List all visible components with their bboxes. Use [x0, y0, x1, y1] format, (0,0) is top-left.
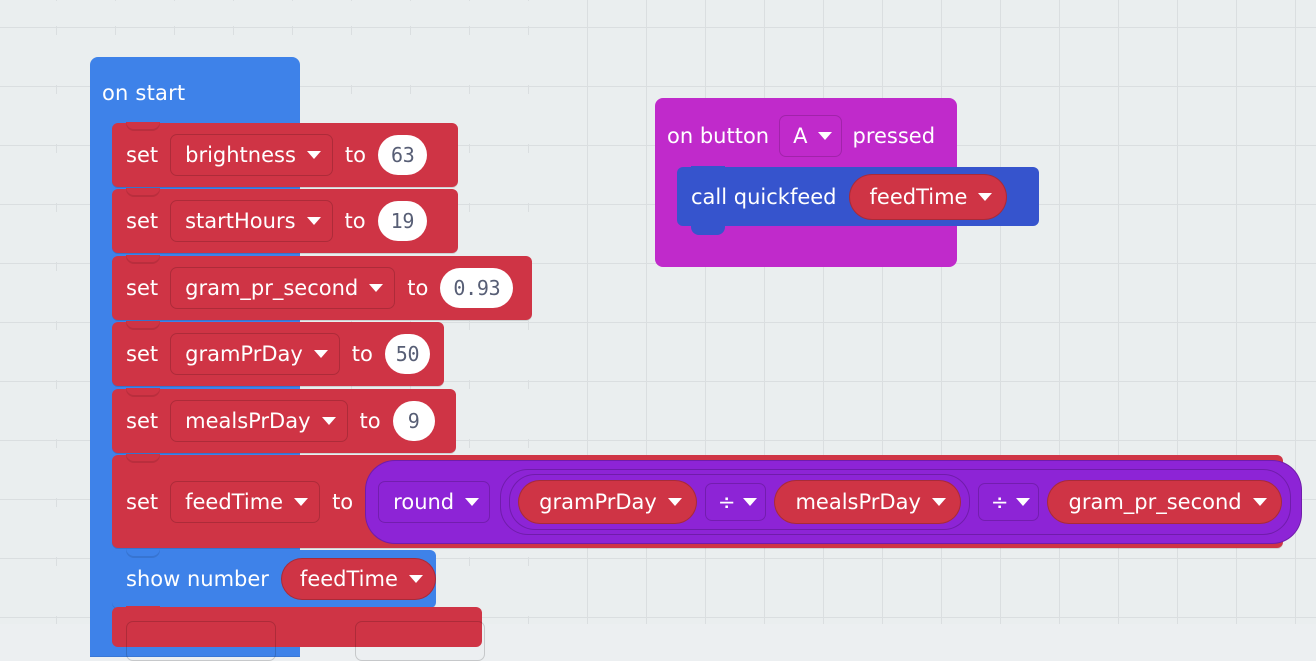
chevron-down-icon	[306, 151, 321, 159]
variable-reporter-gramPrDay[interactable]: gramPrDay	[518, 479, 697, 524]
variable-dropdown-startHours[interactable]: startHours	[170, 200, 333, 242]
round-operation-dropdown[interactable]: round	[378, 480, 491, 523]
on-button-suffix-label: pressed	[852, 124, 936, 148]
number-value: 50	[395, 342, 420, 366]
variable-name: brightness	[185, 143, 296, 167]
variable-dropdown-mealsPrDay[interactable]: mealsPrDay	[170, 400, 348, 442]
number-value: 0.93	[453, 276, 501, 300]
statement-set-feedTime[interactable]: set feedTime to round gramPrDay ÷ mealsP…	[112, 454, 1302, 548]
chevron-down-icon	[1252, 497, 1267, 506]
blocks-workspace[interactable]: on start set brightness to 63 set startH…	[0, 0, 1316, 661]
statement-set-mealsPrDay[interactable]: set mealsPrDay to 9	[112, 388, 456, 453]
set-keyword: set	[126, 342, 159, 366]
statement-set-gramPrDay[interactable]: set gramPrDay to 50	[112, 321, 444, 386]
variable-name: gramPrDay	[539, 489, 657, 514]
chevron-down-icon	[743, 497, 758, 506]
set-keyword: set	[126, 143, 159, 167]
set-keyword: set	[126, 409, 159, 433]
number-input-mealsPrDay[interactable]: 9	[392, 401, 435, 441]
set-keyword: set	[126, 209, 159, 233]
statement-clipped-bottom[interactable]	[112, 606, 485, 661]
chevron-down-icon	[321, 417, 336, 425]
variable-name: gramPrDay	[185, 342, 303, 366]
to-keyword: to	[344, 143, 366, 167]
math-division-outer[interactable]: gramPrDay ÷ mealsPrDay ÷ gram_pr_second	[500, 468, 1291, 535]
divide-operator-inner[interactable]: ÷	[704, 482, 767, 521]
on-start-label: on start	[102, 81, 186, 105]
to-keyword: to	[407, 276, 429, 300]
clipped-field-left	[126, 621, 276, 661]
chevron-down-icon	[369, 284, 384, 292]
chevron-down-icon	[1016, 497, 1031, 506]
statement-call-quickfeed[interactable]: call quickfeed feedTime	[677, 166, 1039, 235]
chevron-down-icon	[931, 497, 946, 506]
to-keyword: to	[344, 209, 366, 233]
statement-show-number[interactable]: show number feedTime	[112, 549, 436, 608]
operation-name: round	[393, 489, 455, 514]
set-keyword: set	[126, 276, 159, 300]
chevron-down-icon	[294, 497, 309, 506]
variable-name: feedTime	[869, 184, 968, 209]
variable-name: feedTime	[185, 489, 284, 514]
math-division-inner[interactable]: gramPrDay ÷ mealsPrDay	[509, 473, 970, 530]
chevron-down-icon	[313, 350, 328, 358]
set-keyword: set	[126, 489, 159, 514]
number-input-gramPrDay[interactable]: 50	[384, 334, 430, 374]
on-start-body-spine	[90, 115, 112, 624]
variable-name: gram_pr_second	[185, 276, 359, 300]
variable-reporter-feedTime[interactable]: feedTime	[280, 558, 436, 600]
variable-reporter-gram-pr-second[interactable]: gram_pr_second	[1047, 479, 1282, 524]
call-function-label: call quickfeed	[691, 184, 837, 209]
variable-name: feedTime	[299, 567, 398, 591]
chevron-down-icon	[408, 575, 423, 583]
statement-set-startHours[interactable]: set startHours to 19	[112, 188, 458, 253]
variable-dropdown-feedTime[interactable]: feedTime	[170, 480, 321, 523]
number-input-gram-pr-second[interactable]: 0.93	[440, 268, 514, 308]
variable-dropdown-gramPrDay[interactable]: gramPrDay	[170, 333, 340, 375]
to-keyword: to	[359, 409, 381, 433]
variable-name: gram_pr_second	[1068, 489, 1242, 514]
divide-operator-outer[interactable]: ÷	[977, 482, 1040, 521]
variable-reporter-feedTime-argument[interactable]: feedTime	[848, 173, 1008, 220]
number-value: 9	[407, 409, 420, 433]
statement-set-brightness[interactable]: set brightness to 63	[112, 122, 458, 187]
chevron-down-icon	[818, 132, 833, 140]
chevron-down-icon	[667, 497, 682, 506]
number-value: 63	[391, 143, 415, 167]
statement-set-gram-pr-second[interactable]: set gram_pr_second to 0.93	[112, 255, 532, 320]
number-input-startHours[interactable]: 19	[377, 201, 428, 241]
variable-dropdown-gram-pr-second[interactable]: gram_pr_second	[170, 267, 396, 309]
variable-name: startHours	[185, 209, 296, 233]
operator-symbol: ÷	[990, 489, 1009, 514]
variable-dropdown-brightness[interactable]: brightness	[170, 134, 333, 176]
show-number-label: show number	[126, 567, 269, 591]
chevron-down-icon	[306, 217, 321, 225]
variable-reporter-mealsPrDay[interactable]: mealsPrDay	[774, 479, 961, 524]
chevron-down-icon	[978, 192, 993, 201]
button-name: A	[793, 124, 808, 148]
chevron-down-icon	[465, 497, 480, 506]
on-button-header-row: on button A pressed	[667, 115, 935, 157]
clipped-field-right	[355, 621, 485, 661]
variable-name: mealsPrDay	[185, 409, 311, 433]
to-keyword: to	[351, 342, 373, 366]
variable-name: mealsPrDay	[795, 489, 921, 514]
number-input-brightness[interactable]: 63	[378, 135, 428, 175]
operator-symbol: ÷	[717, 489, 736, 514]
to-keyword: to	[332, 489, 354, 514]
button-dropdown[interactable]: A	[779, 115, 843, 157]
math-round-block[interactable]: round gramPrDay ÷ mealsPrDay ÷ gram_pr_s…	[365, 459, 1302, 544]
number-value: 19	[390, 209, 415, 233]
on-button-prefix-label: on button	[667, 124, 770, 148]
